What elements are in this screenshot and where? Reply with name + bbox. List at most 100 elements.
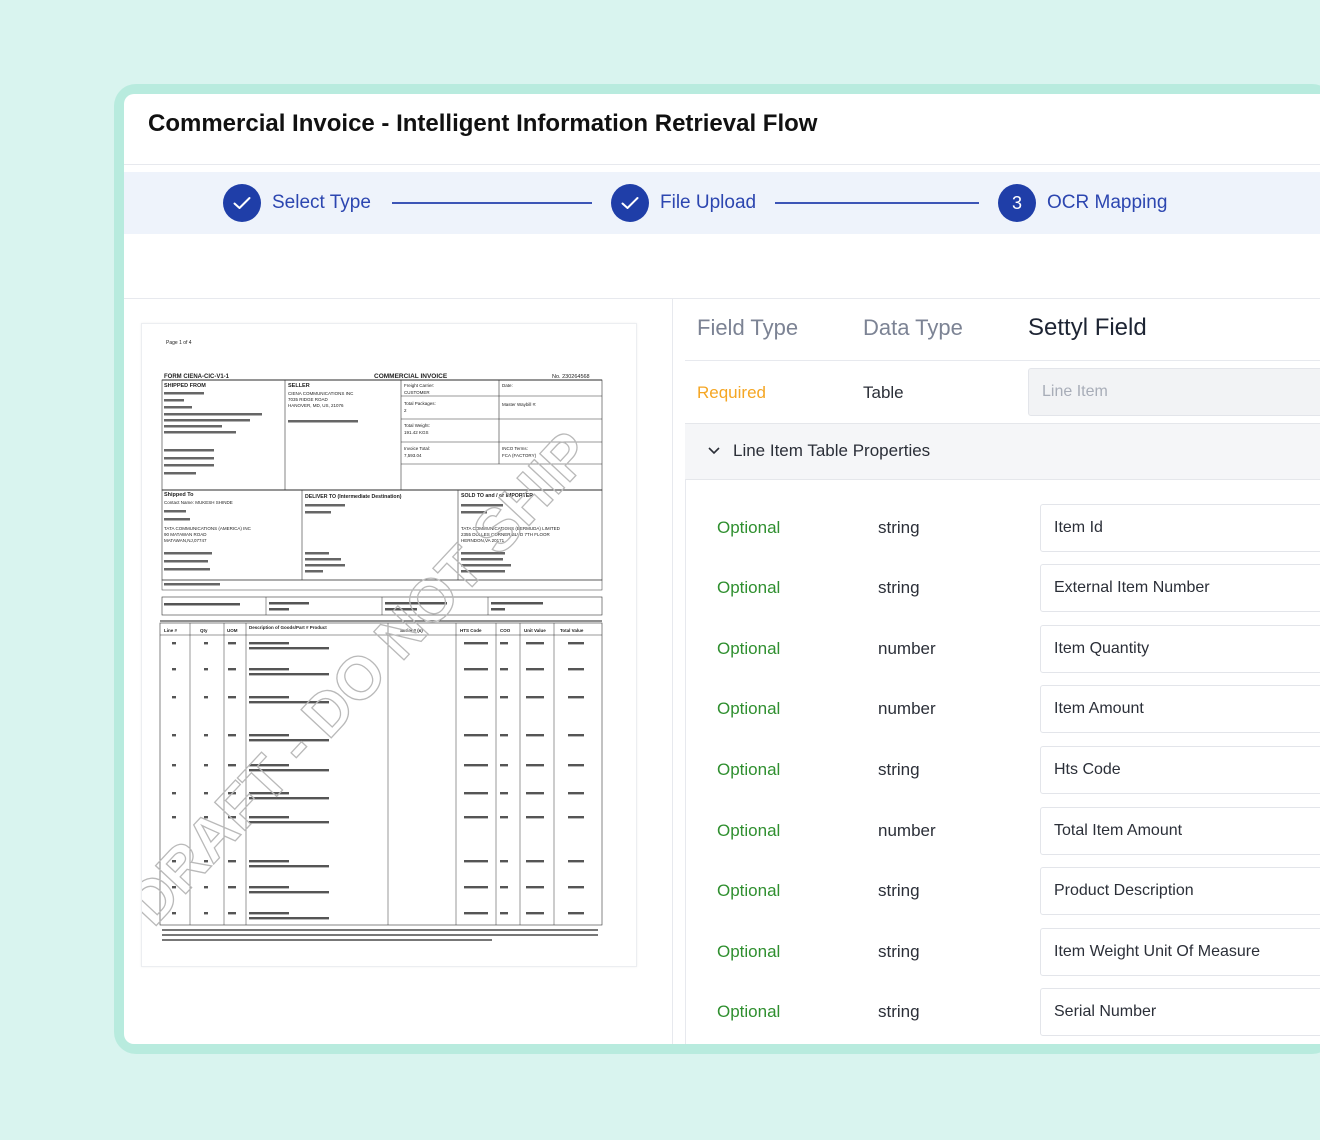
data-type: number (878, 699, 936, 718)
step-connector (775, 202, 979, 204)
doc-row-text (526, 816, 544, 819)
step-file-upload[interactable]: File Upload (611, 184, 756, 222)
data-type: number (878, 639, 936, 658)
doc-row-text (526, 668, 544, 671)
doc-row-text (500, 816, 508, 819)
doc-row-text (526, 764, 544, 767)
doc-row-text (228, 696, 236, 699)
doc-row-text (249, 912, 289, 915)
doc-row-text (500, 764, 508, 767)
doc-col-header: Line # (164, 628, 178, 633)
document-preview[interactable]: Page 1 of 4 FORM CIENA-CIC-V1-1 COMMERCI… (141, 323, 637, 967)
step-label: OCR Mapping (1047, 192, 1168, 213)
data-type: string (878, 760, 920, 779)
settyl-field-input[interactable]: Serial Number (1040, 988, 1320, 1036)
doc-col-header: Unit Value (524, 628, 546, 633)
doc-row-text (526, 912, 544, 915)
line-item-accordion[interactable]: Line Item Table Properties (685, 423, 1320, 480)
settyl-field-value: Item Id (1054, 519, 1103, 536)
field-row: Optional string Product Description (686, 867, 1320, 917)
doc-freight-label: Freight Carrier: (404, 383, 434, 388)
settyl-field-input[interactable]: Item Amount (1040, 685, 1320, 733)
accordion-label: Line Item Table Properties (733, 441, 931, 460)
doc-row-text (228, 734, 236, 737)
doc-row-text (526, 860, 544, 863)
settyl-field-input[interactable]: Item Id (1040, 504, 1320, 552)
doc-row-text (526, 642, 544, 645)
step-ocr-mapping[interactable]: 3 OCR Mapping (998, 184, 1167, 222)
settyl-field-value: Hts Code (1054, 761, 1121, 778)
doc-row-text (568, 912, 584, 915)
data-type: number (878, 821, 936, 840)
doc-shipped-from: SHIPPED FROM (164, 383, 206, 389)
settyl-field-input[interactable]: External Item Number (1040, 564, 1320, 612)
doc-shipped-to-line: 90 MATAWAN ROAD (164, 532, 207, 537)
doc-row-text (204, 668, 208, 671)
doc-row-text (172, 816, 176, 819)
doc-row-text (464, 734, 488, 737)
data-type: string (878, 942, 920, 961)
doc-seller-line: CIENA COMMUNICATIONS INC (288, 391, 354, 396)
doc-row-text (228, 642, 236, 645)
step-connector (392, 202, 592, 204)
required-data-type: Table (863, 383, 904, 402)
doc-date-label: Date: (502, 383, 513, 388)
doc-row-text (500, 642, 508, 645)
doc-row-text (228, 668, 236, 671)
doc-shipped-to-line: MATAWAN,NJ,07747 (164, 538, 207, 543)
settyl-field-value: Item Weight Unit Of Measure (1054, 943, 1260, 960)
doc-row-text (500, 860, 508, 863)
settyl-field-input[interactable]: Total Item Amount (1040, 807, 1320, 855)
doc-row-text (228, 886, 236, 889)
settyl-field-input[interactable]: Item Weight Unit Of Measure (1040, 928, 1320, 976)
doc-row-text (464, 816, 488, 819)
doc-row-text (464, 860, 488, 863)
doc-col-header: COO (500, 628, 511, 633)
doc-seller-line: HANOVER, MD, US, 21076 (288, 403, 344, 408)
doc-row-text (568, 668, 584, 671)
doc-packages-label: Total Packages: (404, 401, 436, 406)
chevron-down-icon (707, 444, 721, 463)
data-type: string (878, 578, 920, 597)
settyl-field-value: Product Description (1054, 882, 1194, 899)
doc-row-text (568, 886, 584, 889)
doc-row-text (204, 696, 208, 699)
settyl-field-input[interactable]: Hts Code (1040, 746, 1320, 794)
doc-row-text (172, 642, 176, 645)
doc-seller-line: 7035 RIDGE ROAD (288, 397, 329, 402)
doc-number: No. 230264568 (552, 374, 590, 380)
field-type: Optional (717, 1002, 781, 1021)
step-select-type[interactable]: Select Type (223, 184, 371, 222)
doc-row-text (172, 668, 176, 671)
doc-page-label: Page 1 of 4 (166, 340, 192, 346)
doc-row-text (249, 642, 289, 645)
doc-row-text (249, 647, 329, 650)
doc-weight-value: 191.42 KGS (404, 430, 429, 435)
doc-row-text (526, 696, 544, 699)
doc-row-text (172, 764, 176, 767)
field-type: Optional (717, 760, 781, 779)
col-header-data-type: Data Type (863, 315, 963, 340)
doc-row-text (249, 917, 329, 920)
settyl-field-value: External Item Number (1054, 579, 1210, 596)
field-row: Optional number Item Amount (686, 685, 1320, 735)
field-type: Optional (717, 942, 781, 961)
data-type: string (878, 881, 920, 900)
field-row: Optional string Hts Code (686, 746, 1320, 796)
field-row: Optional string Item Weight Unit Of Meas… (686, 928, 1320, 978)
doc-col-header: UOM (227, 628, 238, 633)
settyl-field-value: Item Amount (1054, 700, 1144, 717)
mapping-panel: Field Type Data Type Settyl Field Requir… (673, 299, 1320, 1044)
doc-row-text (249, 865, 329, 868)
doc-shipped-to-line: Contact Name: MUKESH SHINDE (164, 500, 233, 505)
doc-row-text (568, 642, 584, 645)
doc-row-text (249, 860, 289, 863)
check-icon (611, 184, 649, 222)
doc-row-text (526, 886, 544, 889)
settyl-field-input[interactable]: Item Quantity (1040, 625, 1320, 673)
settyl-field-input[interactable]: Product Description (1040, 867, 1320, 915)
doc-freight-value: CUSTOMER (404, 390, 430, 395)
doc-shipped-to: Shipped To (164, 492, 194, 498)
doc-row-text (500, 912, 508, 915)
settyl-field-select[interactable]: Line Item (1028, 368, 1320, 416)
